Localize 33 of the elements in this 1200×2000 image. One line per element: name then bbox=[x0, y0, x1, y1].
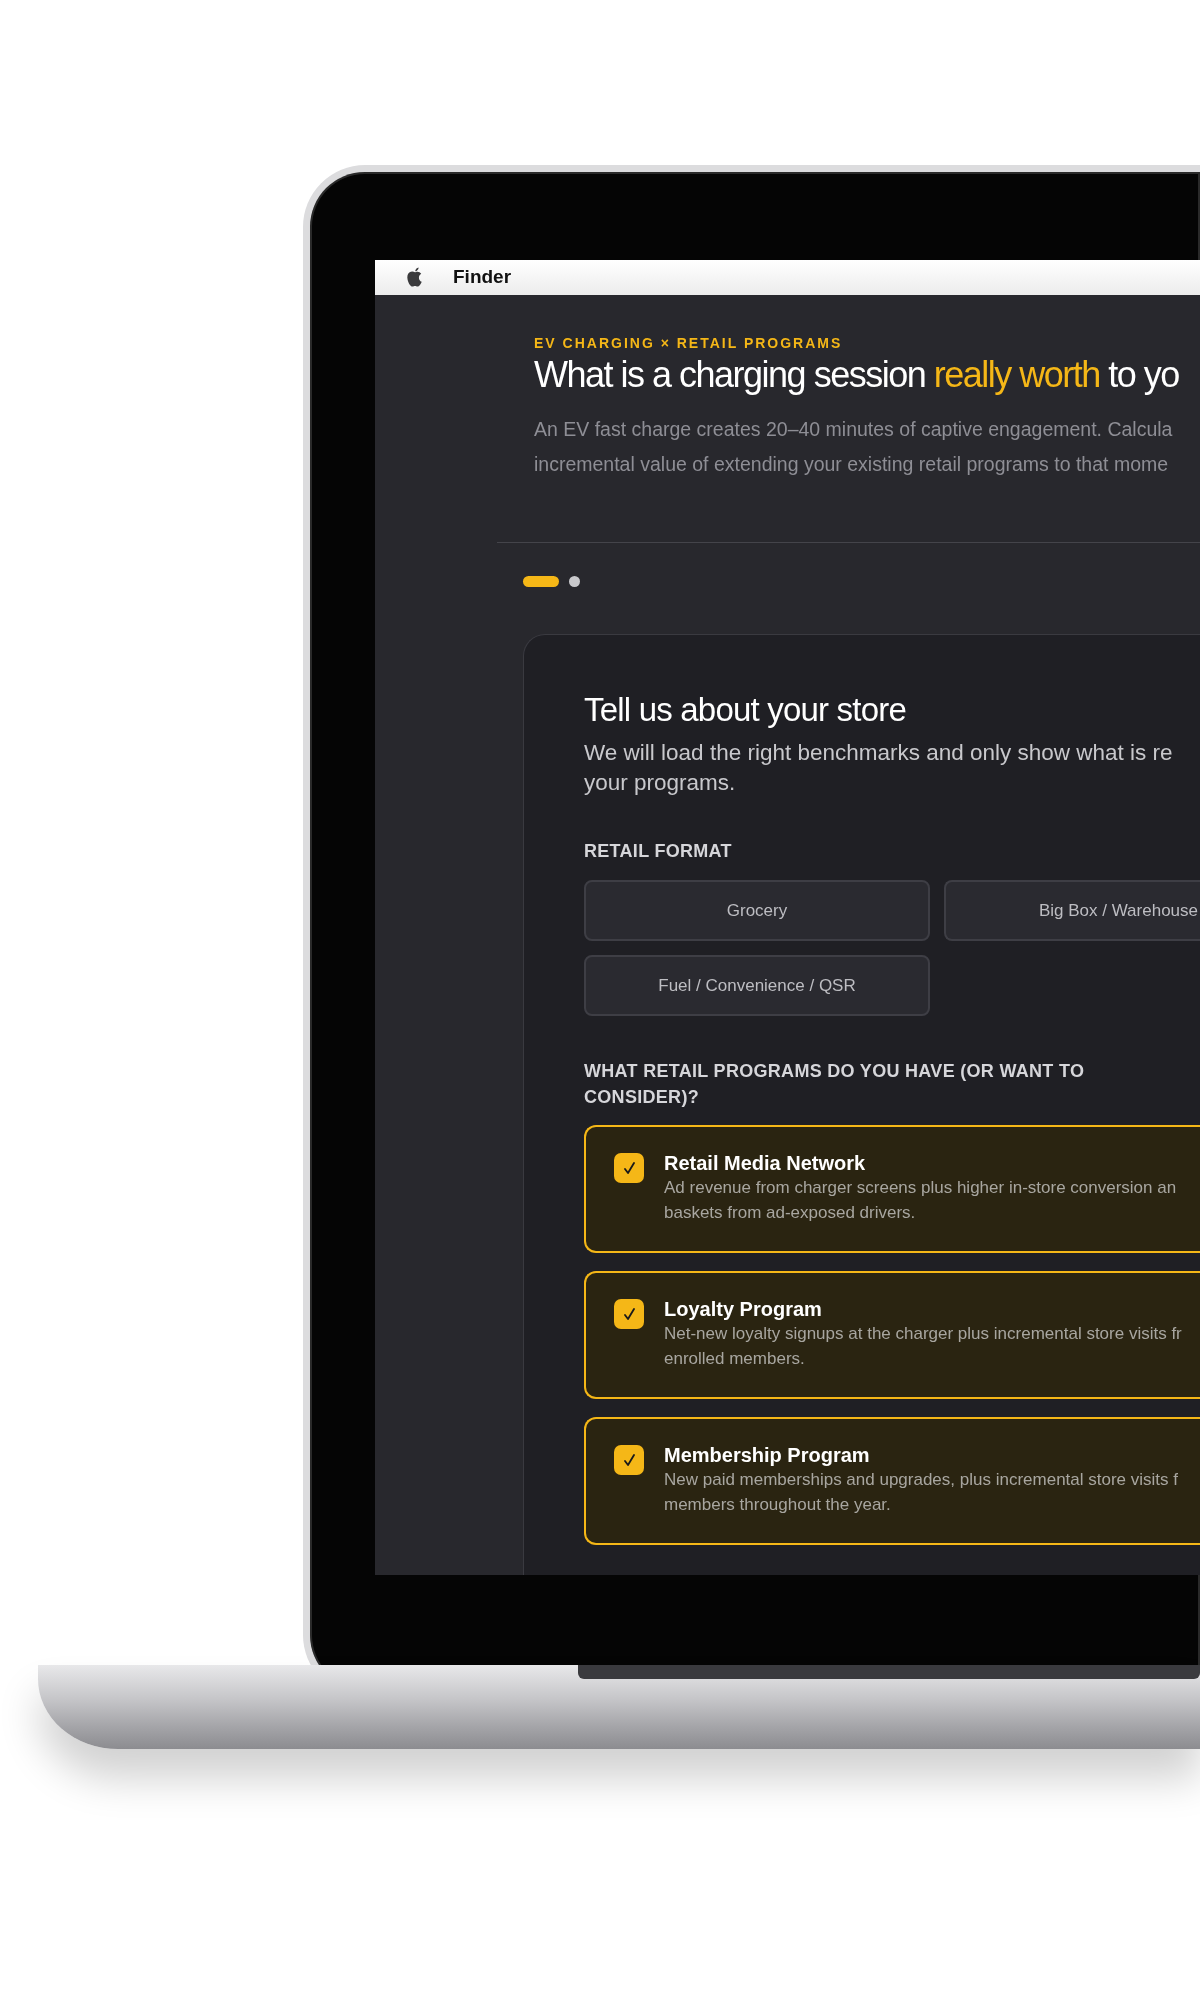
checkbox[interactable] bbox=[614, 1445, 644, 1475]
page-heading: What is a charging session really worth to yo bbox=[534, 354, 1180, 396]
program-description: baskets from ad-exposed drivers. bbox=[664, 1202, 917, 1224]
program-option[interactable]: Membership Program New paid memberships and upgrades, plus incremental store visits f members throughout the year. bbox=[584, 1417, 1200, 1545]
program-description: New paid memberships and upgrades, plus incremental store visits f bbox=[664, 1469, 1179, 1491]
program-description: members throughout the year. bbox=[664, 1494, 892, 1516]
checkbox[interactable] bbox=[614, 1153, 644, 1183]
program-title: Membership Program bbox=[664, 1443, 871, 1467]
program-option[interactable]: Retail Media Network Ad revenue from charger screens plus higher in-store conversion an baskets from ad-exposed drivers. bbox=[584, 1125, 1200, 1253]
card-subtitle: your programs. bbox=[584, 769, 737, 797]
program-description: Ad revenue from charger screens plus higher in-store conversion an bbox=[664, 1177, 1177, 1199]
checkbox[interactable] bbox=[614, 1299, 644, 1329]
program-title: Loyalty Program bbox=[664, 1297, 823, 1321]
program-description: Net-new loyalty signups at the charger plus incremental store visits fr bbox=[664, 1323, 1182, 1345]
program-option[interactable]: Loyalty Program Net-new loyalty signups at the charger plus incremental store visits fr enrolled members. bbox=[584, 1271, 1200, 1399]
eyebrow-text: EV CHARGING × RETAIL PROGRAMS bbox=[534, 334, 844, 353]
step-indicator[interactable] bbox=[569, 576, 580, 587]
step-indicator[interactable] bbox=[523, 576, 559, 587]
card-title: Tell us about your store bbox=[584, 690, 907, 730]
app-name[interactable]: Finder bbox=[453, 263, 512, 292]
check-icon bbox=[622, 1307, 636, 1321]
section-label: RETAIL FORMAT bbox=[584, 840, 733, 862]
format-option[interactable]: Grocery bbox=[584, 880, 930, 941]
check-icon bbox=[622, 1453, 636, 1467]
section-label: WHAT RETAIL PROGRAMS DO YOU HAVE (OR WANT TO CONSIDER)? bbox=[584, 1060, 1086, 1109]
format-option[interactable]: Big Box / Warehouse bbox=[944, 880, 1200, 941]
program-description: enrolled members. bbox=[664, 1348, 806, 1370]
program-title: Retail Media Network bbox=[664, 1151, 867, 1175]
intro-text: An EV fast charge creates 20–40 minutes of captive engagement. Calcula bbox=[534, 417, 1174, 442]
format-option[interactable]: Fuel / Convenience / QSR bbox=[584, 955, 930, 1016]
intro-text: incremental value of extending your existing retail programs to that mome bbox=[534, 452, 1170, 477]
card-subtitle: We will load the right benchmarks and only show what is re bbox=[584, 739, 1174, 767]
check-icon bbox=[622, 1161, 636, 1175]
